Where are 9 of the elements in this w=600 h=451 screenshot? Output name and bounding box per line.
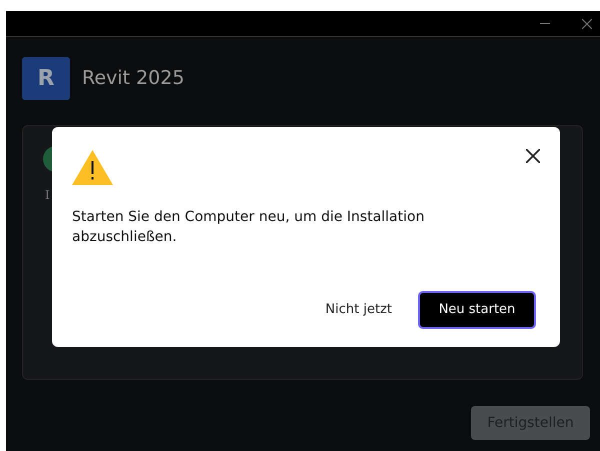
not-now-button[interactable]: Nicht jetzt: [315, 291, 402, 329]
warning-icon: [72, 150, 113, 185]
app-logo: R: [22, 57, 70, 100]
restart-button[interactable]: Neu starten: [418, 291, 536, 329]
dialog-message: Starten Sie den Computer neu, um die Installation abzuschließen.: [72, 208, 426, 247]
close-icon[interactable]: [526, 149, 540, 163]
background-text: I: [45, 187, 50, 204]
app-title: Revit 2025: [82, 66, 184, 92]
minimize-icon[interactable]: [540, 22, 550, 24]
